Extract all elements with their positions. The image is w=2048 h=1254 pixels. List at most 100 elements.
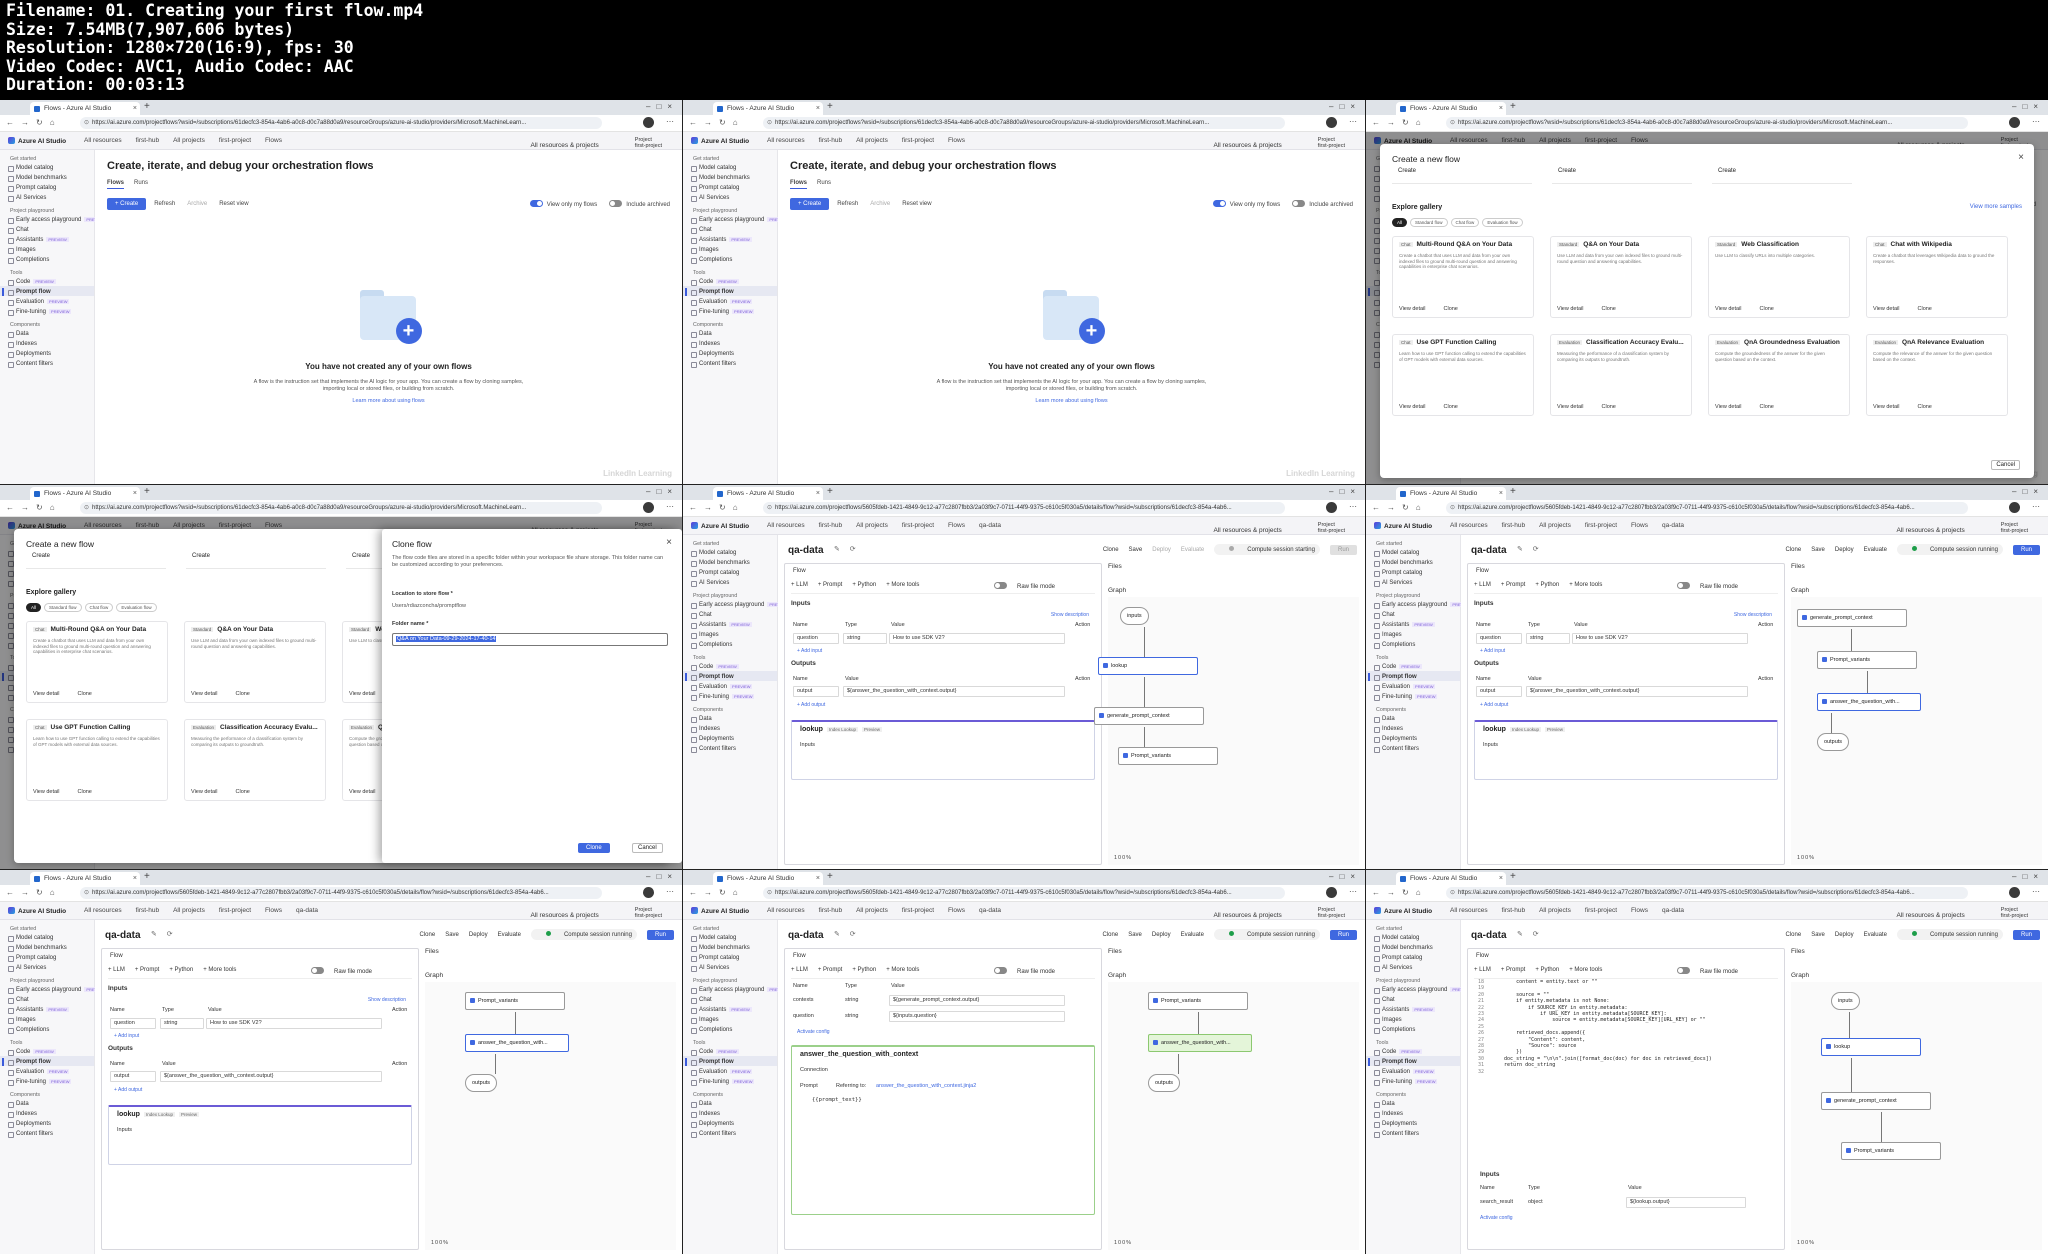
graph-node-prompt-variants[interactable]: Prompt_variants <box>1817 651 1917 669</box>
browser-menu-icon[interactable]: ⋯ <box>1349 887 1357 896</box>
all-resources-button[interactable]: All resources & projects <box>531 142 599 149</box>
sidebar-item-completions[interactable]: Completions <box>683 1024 777 1034</box>
activate-config-link[interactable]: Activate config <box>797 1029 830 1035</box>
breadcrumb-item[interactable]: first-hub <box>819 907 842 914</box>
tab-runs[interactable]: Runs <box>134 180 148 188</box>
sidebar-item-model-benchmarks[interactable]: Model benchmarks <box>683 172 777 182</box>
run-button[interactable]: Run <box>2012 930 2040 940</box>
outputs-section-heading[interactable]: Outputs <box>108 1045 133 1052</box>
deploy-button[interactable]: Deploy <box>1152 932 1171 938</box>
deploy-button[interactable]: Deploy <box>469 932 488 938</box>
view-detail-button[interactable]: View detail <box>191 789 218 795</box>
clone-button[interactable]: Clone <box>1103 932 1119 938</box>
sidebar-item-model-benchmarks[interactable]: Model benchmarks <box>0 942 94 952</box>
navigation-icons[interactable]: ←→↻⌂ <box>1372 888 1428 897</box>
browser-tab[interactable]: Flows - Azure AI Studio × <box>713 487 823 500</box>
files-panel-heading[interactable]: Files <box>1108 948 1359 955</box>
breadcrumb-item[interactable]: Flows <box>265 907 282 914</box>
sidebar-item-assistants[interactable]: AssistantsPREVIEW <box>0 234 94 244</box>
breadcrumb-item[interactable]: All projects <box>1539 522 1571 529</box>
new-tab-icon[interactable]: + <box>144 486 150 497</box>
sidebar-item-content-filters[interactable]: Content filters <box>683 358 777 368</box>
filter-chip[interactable]: Evaluation flow <box>116 603 157 612</box>
filter-chip[interactable]: Chat flow <box>1450 218 1480 227</box>
breadcrumb-item[interactable]: first-hub <box>1502 907 1525 914</box>
sidebar-item-deployments[interactable]: Deployments <box>683 1118 777 1128</box>
compute-session-status[interactable]: Compute session running <box>530 929 637 940</box>
breadcrumb-item[interactable]: first-project <box>902 907 934 914</box>
project-switcher[interactable]: Projectfirst-project <box>1318 522 1345 534</box>
input-value-field[interactable]: ${inputs.question} <box>889 1011 1065 1022</box>
sidebar-item-model-catalog[interactable]: Model catalog <box>683 547 777 557</box>
show-description-link[interactable]: Show description <box>1051 612 1089 618</box>
files-panel-heading[interactable]: Files <box>1791 948 2042 955</box>
graph-node-answer[interactable]: answer_the_question_with... <box>1148 1034 1252 1052</box>
profile-avatar[interactable] <box>643 887 654 898</box>
clone-button[interactable]: Clone <box>1786 932 1802 938</box>
sidebar-item-model-benchmarks[interactable]: Model benchmarks <box>1366 557 1460 567</box>
add-more-tools-button[interactable]: + More tools <box>203 967 236 973</box>
all-resources-button[interactable]: All resources & projects <box>1897 912 1965 919</box>
breadcrumb-item[interactable]: Flows <box>1631 907 1648 914</box>
graph-node-answer[interactable]: answer_the_question_with... <box>465 1034 569 1052</box>
sidebar-item-code[interactable]: CodePREVIEW <box>1366 661 1460 671</box>
add-prompt-button[interactable]: + Prompt <box>135 967 160 973</box>
breadcrumb-item[interactable]: All resources <box>84 907 122 914</box>
sidebar-item-early-access[interactable]: Early access playgroundPREVIEW <box>1366 984 1473 994</box>
clone-button[interactable]: Clone <box>1760 306 1774 312</box>
view-detail-button[interactable]: View detail <box>191 691 218 697</box>
view-only-mine-toggle[interactable] <box>1212 200 1226 207</box>
view-detail-button[interactable]: View detail <box>1873 306 1900 312</box>
sidebar-item-ai-services[interactable]: AI Services <box>1366 962 1460 972</box>
url-field[interactable]: ⊙ https://ai.azure.com/projectflows?wsid=… <box>1446 117 1968 129</box>
view-detail-button[interactable]: View detail <box>1399 404 1426 410</box>
clone-button[interactable]: Clone <box>1444 404 1458 410</box>
inputs-section-heading[interactable]: Inputs <box>791 600 811 607</box>
output-value-field[interactable]: ${answer_the_question_with_context.outpu… <box>160 1071 382 1082</box>
graph-zoom-controls[interactable]: 100% <box>1797 1240 1815 1246</box>
window-controls[interactable]: –□× <box>2012 102 2044 111</box>
sidebar-item-prompt-catalog[interactable]: Prompt catalog <box>0 952 94 962</box>
brand[interactable]: Azure AI Studio <box>1374 522 1432 530</box>
create-button[interactable]: + Create <box>107 198 147 210</box>
sidebar-item-data[interactable]: Data <box>1366 713 1460 723</box>
filter-chip[interactable]: All <box>1392 218 1408 227</box>
sidebar-item-model-benchmarks[interactable]: Model benchmarks <box>1366 942 1460 952</box>
add-more-tools-button[interactable]: + More tools <box>886 582 919 588</box>
sidebar-item-images[interactable]: Images <box>683 244 777 254</box>
clone-button[interactable]: Clone <box>1760 404 1774 410</box>
sidebar-item-prompt-catalog[interactable]: Prompt catalog <box>1366 567 1460 577</box>
navigation-icons[interactable]: ←→↻⌂ <box>6 503 62 512</box>
sidebar-item-prompt-catalog[interactable]: Prompt catalog <box>683 952 777 962</box>
evaluate-button[interactable]: Evaluate <box>1181 547 1204 553</box>
sidebar-item-data[interactable]: Data <box>683 713 777 723</box>
breadcrumb-item[interactable]: All projects <box>856 137 888 144</box>
deploy-button[interactable]: Deploy <box>1835 932 1854 938</box>
save-button[interactable]: Save <box>1128 932 1142 938</box>
breadcrumb-item[interactable]: qa-data <box>1662 907 1684 914</box>
window-controls[interactable]: –□× <box>1329 487 1361 496</box>
brand[interactable]: Azure AI Studio <box>691 522 749 530</box>
prompt-reference-link[interactable]: answer_the_question_with_context.jinja2 <box>876 1083 976 1089</box>
save-button[interactable]: Save <box>445 932 459 938</box>
sidebar-item-prompt-catalog[interactable]: Prompt catalog <box>683 567 777 577</box>
sidebar-item-assistants[interactable]: AssistantsPREVIEW <box>683 1004 777 1014</box>
browser-menu-icon[interactable]: ⋯ <box>1349 502 1357 511</box>
sidebar-item-ai-services[interactable]: AI Services <box>1366 577 1460 587</box>
navigation-icons[interactable]: ←→↻⌂ <box>689 888 745 897</box>
browser-tab[interactable]: Flows - Azure AI Studio × <box>30 872 140 885</box>
url-field[interactable]: ⊙ https://ai.azure.com/projectflows?wsid=… <box>80 502 602 514</box>
create-option-card[interactable]: Create <box>1392 168 1532 184</box>
brand[interactable]: Azure AI Studio <box>691 907 749 915</box>
sidebar-item-images[interactable]: Images <box>0 244 94 254</box>
tab-close-icon[interactable]: × <box>133 487 137 500</box>
view-detail-button[interactable]: View detail <box>349 691 376 697</box>
output-name-field[interactable]: output <box>1476 686 1522 697</box>
new-tab-icon[interactable]: + <box>1510 871 1516 882</box>
raw-file-mode-toggle[interactable] <box>310 967 324 974</box>
sidebar-item-chat[interactable]: Chat <box>1366 609 1460 619</box>
breadcrumb-item[interactable]: Flows <box>265 137 282 144</box>
output-value-field[interactable]: ${answer_the_question_with_context.outpu… <box>1526 686 1748 697</box>
url-field[interactable]: ⊙ https://ai.azure.com/projectflows/5605f… <box>80 887 602 899</box>
raw-file-mode-toggle[interactable] <box>993 582 1007 589</box>
